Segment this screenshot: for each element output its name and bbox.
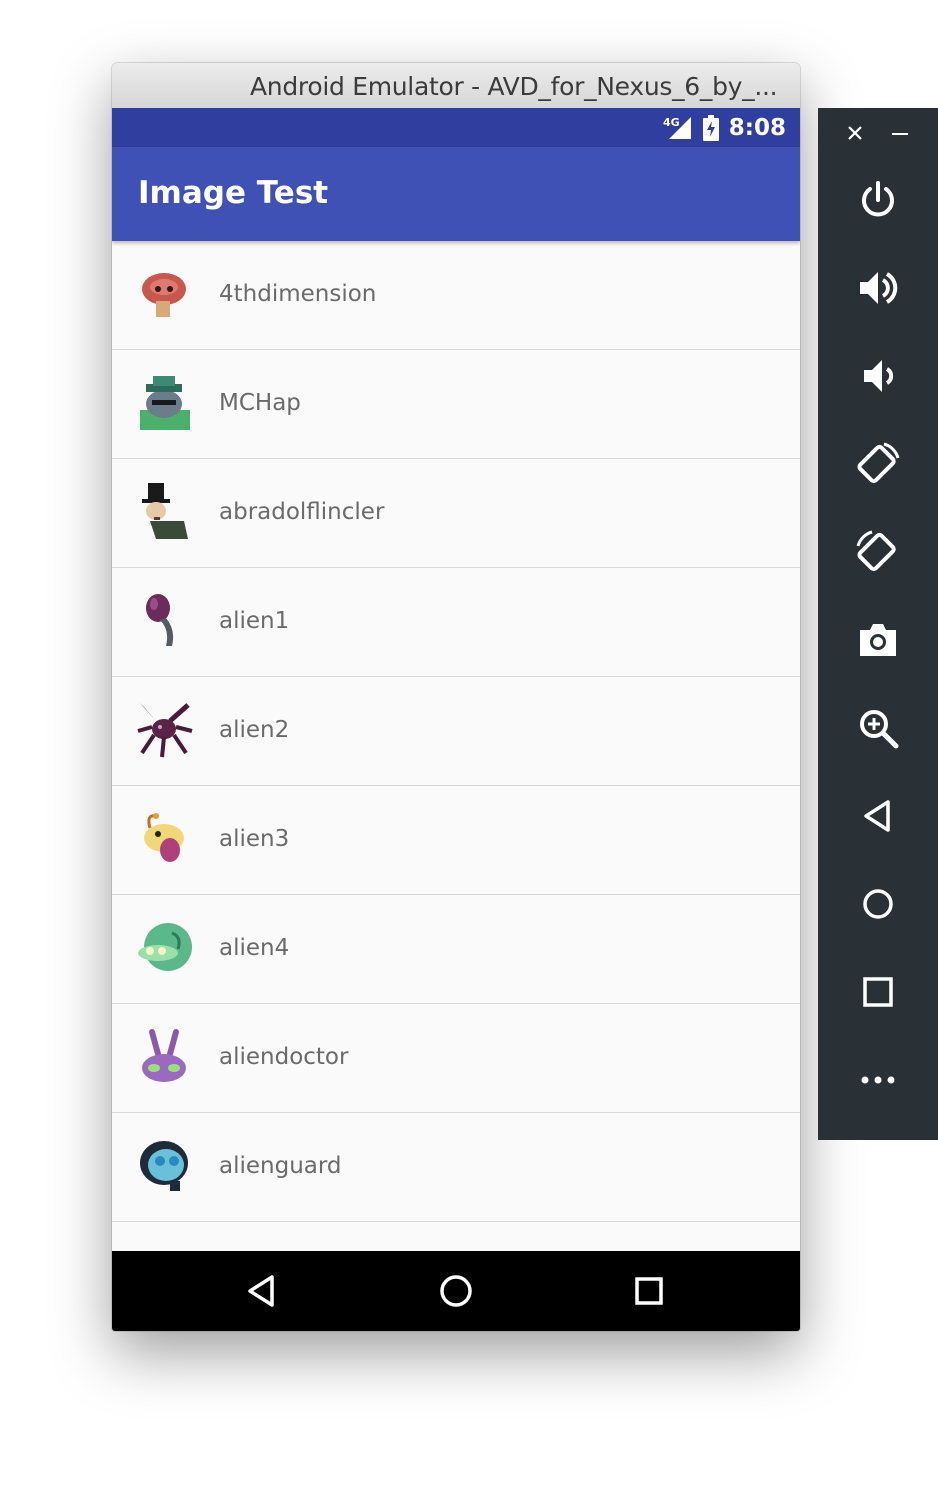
more-icon[interactable]	[854, 1056, 902, 1104]
status-time: 8:08	[728, 115, 786, 141]
window-titlebar[interactable]: Android Emulator - AVD_for_Nexus_6_by_..…	[112, 63, 800, 109]
minimize-icon[interactable]	[890, 124, 910, 142]
back-icon[interactable]	[242, 1271, 282, 1311]
purple-doctor-alien-avatar	[136, 1028, 194, 1086]
list-item-label: alienguard	[219, 1153, 342, 1179]
rotate-right-icon[interactable]	[854, 528, 902, 576]
app-title: Image Test	[138, 175, 329, 211]
list-item[interactable]	[112, 1222, 800, 1251]
list-item[interactable]: aliendoctor	[112, 1004, 800, 1113]
list-item[interactable]: alienguard	[112, 1113, 800, 1222]
power-icon[interactable]	[854, 176, 902, 224]
camera-icon[interactable]	[854, 616, 902, 664]
list-item[interactable]: abradolflincler	[112, 459, 800, 568]
network-type-label: 4G	[663, 116, 680, 129]
overview-icon[interactable]	[854, 968, 902, 1016]
back-icon[interactable]	[854, 792, 902, 840]
list-item-label: alien3	[219, 826, 290, 852]
red-creature-avatar	[136, 265, 194, 323]
list-item[interactable]: alien3	[112, 786, 800, 895]
list-item-label: abradolflincler	[219, 499, 385, 525]
android-nav-bar	[112, 1251, 800, 1331]
list-item-label: alien1	[219, 608, 290, 634]
home-icon[interactable]	[436, 1271, 476, 1311]
list-item[interactable]: alien2	[112, 677, 800, 786]
list-item-label: aliendoctor	[219, 1044, 349, 1070]
list-item[interactable]: alien1	[112, 568, 800, 677]
top-hat-man-avatar	[136, 483, 194, 541]
list-item-label: alien2	[219, 717, 290, 743]
list-item-label: alien4	[219, 935, 290, 961]
emulator-window: Android Emulator - AVD_for_Nexus_6_by_..…	[112, 63, 800, 1331]
volume-up-icon[interactable]	[854, 264, 902, 312]
emulator-toolbar	[818, 108, 938, 1140]
recents-icon[interactable]	[629, 1271, 669, 1311]
home-icon[interactable]	[854, 880, 902, 928]
android-status-bar: 4G 8:08	[112, 108, 800, 147]
list-item[interactable]: alien4	[112, 895, 800, 1004]
list-item-label: 4thdimension	[219, 281, 377, 307]
rotate-left-icon[interactable]	[854, 440, 902, 488]
list-item[interactable]: MCHap	[112, 350, 800, 459]
list-item-label: MCHap	[219, 390, 301, 416]
image-list[interactable]: 4thdimension MCHap abradolflincler alien…	[112, 241, 800, 1251]
spiky-alien-avatar	[136, 701, 194, 759]
purple-alien-avatar	[136, 592, 194, 650]
volume-down-icon[interactable]	[854, 352, 902, 400]
green-hat-creature-avatar	[136, 374, 194, 432]
yellow-alien-avatar	[136, 810, 194, 868]
battery-charging-icon	[702, 115, 719, 141]
close-icon[interactable]	[846, 124, 864, 142]
blue-guard-alien-avatar	[136, 1137, 194, 1195]
window-title: Android Emulator - AVD_for_Nexus_6_by_..…	[250, 72, 778, 101]
app-bar: Image Test	[112, 147, 800, 241]
green-blob-alien-avatar	[136, 919, 194, 977]
zoom-icon[interactable]	[854, 704, 902, 752]
list-item[interactable]: 4thdimension	[112, 241, 800, 350]
signal-icon: 4G	[663, 115, 693, 141]
